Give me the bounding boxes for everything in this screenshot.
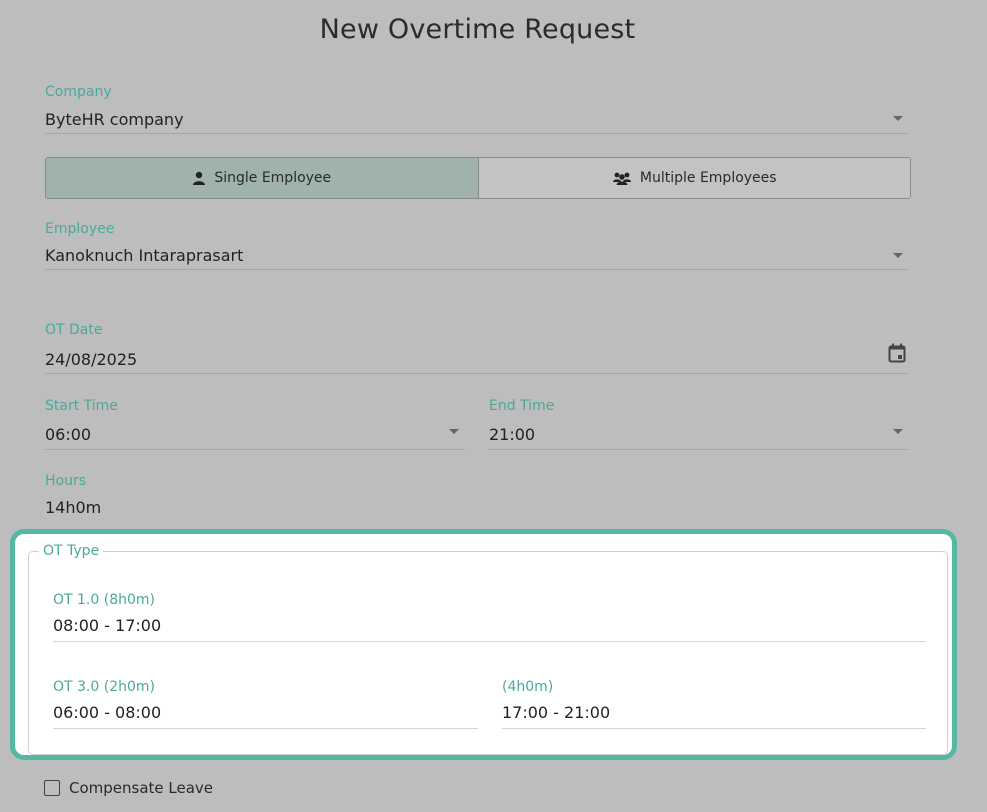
calendar-icon[interactable]: [888, 343, 906, 363]
single-employee-button[interactable]: Single Employee: [46, 158, 479, 198]
ot3b-label: (4h0m): [502, 679, 554, 695]
ot-type-card: OT Type OT 1.0 (8h0m) 08:00 - 17:00 OT 3…: [10, 529, 957, 760]
chevron-down-icon: [893, 116, 903, 121]
start-time-select[interactable]: 06:00: [45, 420, 465, 450]
employee-select[interactable]: Kanoknuch Intaraprasart: [45, 242, 909, 270]
ot3a-label: OT 3.0 (2h0m): [53, 679, 155, 695]
company-value: ByteHR company: [45, 110, 184, 129]
end-time-label: End Time: [489, 398, 555, 414]
ot-type-legend: OT Type: [39, 543, 104, 559]
single-employee-label: Single Employee: [214, 170, 332, 186]
hours-label: Hours: [45, 473, 87, 489]
company-underline: [45, 133, 909, 134]
employee-label: Employee: [45, 221, 115, 237]
multiple-employees-button[interactable]: Multiple Employees: [478, 158, 910, 198]
employee-mode-toggle: Single Employee Multiple Employees: [45, 157, 911, 199]
chevron-down-icon: [449, 429, 459, 434]
chevron-down-icon: [893, 253, 903, 258]
compensate-leave-label[interactable]: Compensate Leave: [69, 779, 213, 797]
end-time-select[interactable]: 21:00: [489, 420, 909, 450]
ot3b-underline: [502, 728, 926, 729]
user-icon: [193, 171, 206, 185]
ot-date-input[interactable]: 24/08/2025: [45, 343, 909, 374]
employee-value: Kanoknuch Intaraprasart: [45, 246, 244, 265]
company-label: Company: [45, 84, 112, 100]
end-time-underline: [489, 449, 909, 450]
multiple-employees-label: Multiple Employees: [639, 170, 777, 186]
start-time-label: Start Time: [45, 398, 118, 414]
ot3a-underline: [53, 728, 478, 729]
ot-type-fieldset: OT Type OT 1.0 (8h0m) 08:00 - 17:00 OT 3…: [28, 543, 948, 755]
end-time-value: 21:00: [489, 425, 536, 444]
ot-date-underline: [45, 373, 909, 374]
hours-value: 14h0m: [45, 498, 102, 517]
compensate-leave-checkbox[interactable]: [44, 780, 60, 796]
users-icon: [612, 172, 631, 185]
ot1-underline: [53, 641, 926, 642]
ot-date-value: 24/08/2025: [45, 350, 138, 369]
start-time-underline: [45, 449, 465, 450]
employee-underline: [45, 269, 909, 270]
ot3b-value: 17:00 - 21:00: [502, 703, 611, 722]
ot-date-label: OT Date: [45, 322, 103, 338]
ot1-label: OT 1.0 (8h0m): [53, 592, 155, 608]
ot1-value: 08:00 - 17:00: [53, 616, 162, 635]
page-title: New Overtime Request: [319, 14, 636, 45]
ot3a-value: 06:00 - 08:00: [53, 703, 162, 722]
start-time-value: 06:00: [45, 425, 92, 444]
company-select[interactable]: ByteHR company: [45, 106, 909, 134]
chevron-down-icon: [893, 429, 903, 434]
